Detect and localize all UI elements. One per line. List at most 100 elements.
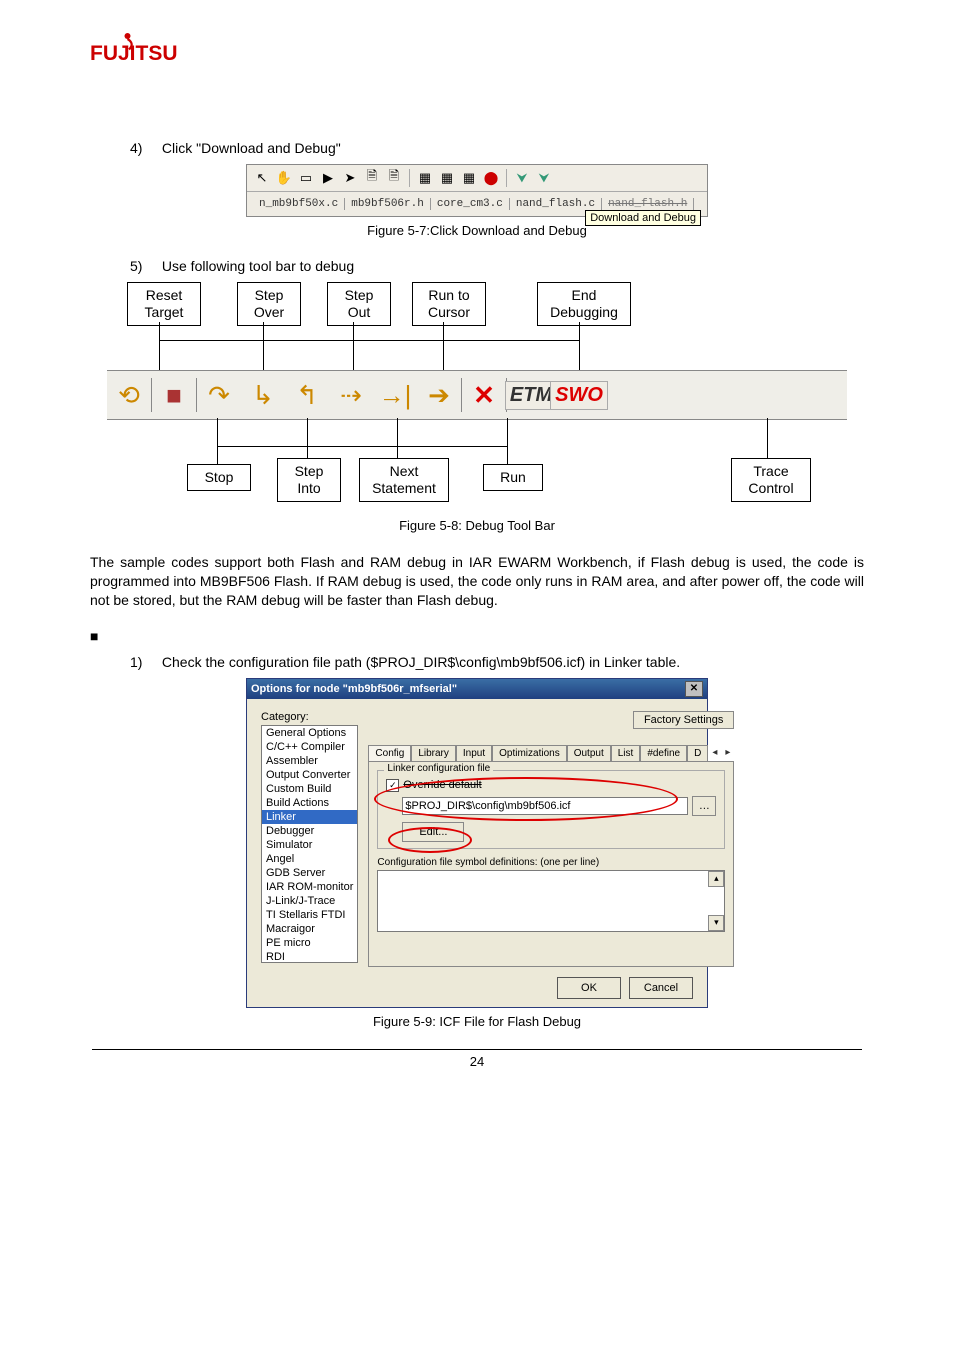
tab-scroll-right-icon[interactable]: ▸ xyxy=(721,745,734,761)
lbl-run-to-cursor: Run to Cursor xyxy=(412,282,486,326)
step-over-icon[interactable]: ↷ xyxy=(208,380,230,411)
redball-icon: ⬤ xyxy=(482,169,500,187)
category-item[interactable]: Build Actions xyxy=(262,796,357,810)
sym-def-textarea[interactable]: ▴ ▾ xyxy=(377,870,725,932)
flash-ram-paragraph: The sample codes support both Flash and … xyxy=(90,553,864,610)
tab-optimizations[interactable]: Optimizations xyxy=(492,745,567,761)
lbl-trace-control: Trace Control xyxy=(731,458,811,502)
run-icon[interactable]: ➔ xyxy=(428,380,450,411)
step-4-text: Click "Download and Debug" xyxy=(162,140,341,156)
lbl-end-debugging: End Debugging xyxy=(537,282,631,326)
fig-5-9-dialog: Options for node "mb9bf506r_mfserial" ✕ … xyxy=(246,678,708,1008)
tab-input[interactable]: Input xyxy=(456,745,492,761)
close-icon[interactable]: ✕ xyxy=(685,681,703,697)
scroll-up-icon[interactable]: ▴ xyxy=(708,871,724,887)
step-5: 5) Use following tool bar to debug xyxy=(130,258,864,274)
options-tabs: Config Library Input Optimizations Outpu… xyxy=(368,745,734,762)
tab-list[interactable]: List xyxy=(611,745,641,761)
step-1b-num: 1) xyxy=(130,654,158,670)
step-5-text: Use following tool bar to debug xyxy=(162,258,354,274)
category-item[interactable]: Linker xyxy=(262,810,357,824)
tab-define[interactable]: #define xyxy=(640,745,687,761)
tab-file-3[interactable]: nand_flash.c xyxy=(510,198,602,210)
debug-toolbar: ⟲ ■ ↷ ↳ ↰ ⇢ →| ➔ ✕ ETM SWO xyxy=(107,370,847,420)
category-item[interactable]: J-Link/J-Trace xyxy=(262,894,357,908)
category-item[interactable]: IAR ROM-monitor xyxy=(262,880,357,894)
grid2-icon: ▦ xyxy=(438,169,456,187)
icf-path-input[interactable] xyxy=(402,797,688,815)
category-item[interactable]: TI Stellaris FTDI xyxy=(262,908,357,922)
tab-file-1[interactable]: mb9bf506r.h xyxy=(345,198,431,210)
lbl-reset-target: Reset Target xyxy=(127,282,201,326)
ok-button[interactable]: OK xyxy=(557,977,621,999)
fig57-tabs: n_mb9bf50x.c mb9bf506r.h core_cm3.c nand… xyxy=(247,192,707,216)
hand-icon: ✋ xyxy=(275,169,293,187)
fujitsu-logo: FUJITSU xyxy=(90,30,180,70)
step-1b-text: Check the configuration file path ($PROJ… xyxy=(162,654,680,670)
download-debug-icon[interactable]: ⮟ xyxy=(513,169,531,187)
category-item[interactable]: Macraigor xyxy=(262,922,357,936)
scroll-down-icon[interactable]: ▾ xyxy=(708,915,724,931)
stop-icon[interactable]: ■ xyxy=(166,380,182,411)
override-default-label: Override default xyxy=(403,779,481,791)
tab-d[interactable]: D xyxy=(687,745,708,761)
tab-scroll-left-icon[interactable]: ◂ xyxy=(708,745,721,761)
tab-file-2[interactable]: core_cm3.c xyxy=(431,198,510,210)
cursor-icon: ↖ xyxy=(253,169,271,187)
reset-icon[interactable]: ⟲ xyxy=(118,380,140,411)
category-item[interactable]: General Options xyxy=(262,726,357,740)
dialog-titlebar: Options for node "mb9bf506r_mfserial" ✕ xyxy=(247,679,707,699)
override-default-checkbox[interactable]: ✓ Override default xyxy=(386,779,716,792)
grid1-icon: ▦ xyxy=(416,169,434,187)
fig57-toolbar: ↖ ✋ ▭ ▶ ➤ 🗎 🗎 ▦ ▦ ▦ ⬤ ⮟ ⮟ xyxy=(247,165,707,192)
cancel-button[interactable]: Cancel xyxy=(629,977,693,999)
category-item[interactable]: Angel xyxy=(262,852,357,866)
checkbox-checked-icon: ✓ xyxy=(386,779,399,792)
svg-text:FUJITSU: FUJITSU xyxy=(90,42,178,65)
download-icon[interactable]: ⮟ xyxy=(535,169,553,187)
step-5-num: 5) xyxy=(130,258,158,274)
category-item[interactable]: Output Converter xyxy=(262,768,357,782)
sym-def-label: Configuration file symbol definitions: (… xyxy=(377,857,725,868)
category-item[interactable]: C/C++ Compiler xyxy=(262,740,357,754)
fig-5-7: ↖ ✋ ▭ ▶ ➤ 🗎 🗎 ▦ ▦ ▦ ⬤ ⮟ ⮟ n_mb9bf50x.c m… xyxy=(246,164,708,217)
dialog-title: Options for node "mb9bf506r_mfserial" xyxy=(251,683,457,695)
lbl-next-statement: Next Statement xyxy=(359,458,449,502)
fig-5-8-caption: Figure 5-8: Debug Tool Bar xyxy=(90,518,864,533)
swo-button[interactable]: SWO xyxy=(550,381,608,410)
fig-5-8: Reset Target Step Over Step Out Run to C… xyxy=(107,282,847,512)
edit-button[interactable]: Edit... xyxy=(402,822,464,842)
lbl-run: Run xyxy=(483,464,543,491)
tab-output[interactable]: Output xyxy=(567,745,611,761)
end-debug-icon[interactable]: ✕ xyxy=(473,380,495,411)
run-to-cursor-icon[interactable]: →| xyxy=(379,380,412,411)
category-item[interactable]: Simulator xyxy=(262,838,357,852)
category-item[interactable]: GDB Server xyxy=(262,866,357,880)
step-out-icon[interactable]: ↰ xyxy=(296,380,318,411)
step-into-icon[interactable]: ↳ xyxy=(252,380,274,411)
browse-button[interactable]: … xyxy=(692,796,716,816)
linker-config-group: Linker configuration file xyxy=(384,763,493,774)
tab-file-0[interactable]: n_mb9bf50x.c xyxy=(253,198,345,210)
category-item[interactable]: RDI xyxy=(262,950,357,963)
category-listbox[interactable]: General OptionsC/C++ CompilerAssemblerOu… xyxy=(261,725,358,963)
step-4-num: 4) xyxy=(130,140,158,156)
tab-config[interactable]: Config xyxy=(368,745,411,761)
tab-library[interactable]: Library xyxy=(411,745,456,761)
category-item[interactable]: PE micro xyxy=(262,936,357,950)
lbl-stop: Stop xyxy=(187,464,251,491)
category-item[interactable]: Debugger xyxy=(262,824,357,838)
grid3-icon: ▦ xyxy=(460,169,478,187)
doc-icon: 🗎 xyxy=(363,169,381,187)
factory-settings-button[interactable]: Factory Settings xyxy=(633,711,734,729)
next-stmt-icon[interactable]: ⇢ xyxy=(340,380,362,411)
category-item[interactable]: Assembler xyxy=(262,754,357,768)
category-item[interactable]: Custom Build xyxy=(262,782,357,796)
fastfwd-icon: ➤ xyxy=(341,169,359,187)
step-4: 4) Click "Download and Debug" xyxy=(130,140,864,156)
tab-file-4[interactable]: nand_flash.h xyxy=(602,198,694,210)
window-icon: ▭ xyxy=(297,169,315,187)
docplus-icon: 🗎 xyxy=(385,169,403,187)
step-1b: 1) Check the configuration file path ($P… xyxy=(130,654,864,670)
lbl-step-out: Step Out xyxy=(327,282,391,326)
